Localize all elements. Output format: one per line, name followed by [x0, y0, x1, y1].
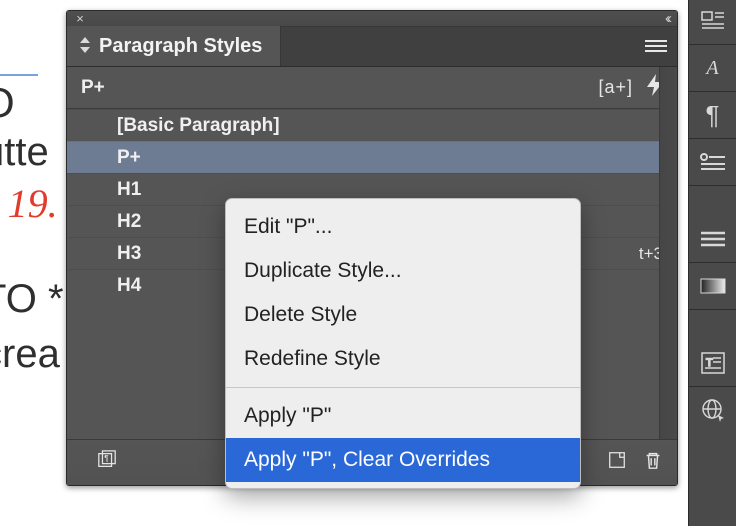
gradient-icon[interactable] — [689, 265, 736, 307]
style-name: [Basic Paragraph] — [117, 115, 280, 137]
text-frame-icon[interactable]: T — [689, 342, 736, 384]
panel-titlebar[interactable]: × ‹‹ — [67, 11, 677, 27]
doc-rule — [0, 74, 38, 76]
current-style-label: P+ — [81, 77, 105, 99]
style-name: H1 — [117, 179, 141, 201]
style-name: H3 — [117, 243, 141, 265]
flyout-menu-icon[interactable] — [635, 26, 677, 66]
justify-lines-icon[interactable] — [689, 218, 736, 260]
context-menu-item[interactable]: Redefine Style — [226, 337, 580, 381]
new-style-group-icon[interactable]: [a+] — [598, 77, 633, 98]
panel-tabbar: Paragraph Styles — [67, 27, 677, 67]
style-row[interactable]: [Basic Paragraph] — [67, 109, 677, 141]
context-menu-divider — [226, 387, 580, 388]
svg-text:T: T — [706, 357, 713, 369]
panel-status-bar: P+ [a+] — [67, 67, 677, 109]
tab-paragraph-styles[interactable]: Paragraph Styles — [67, 26, 281, 66]
context-menu-item[interactable]: Delete Style — [226, 293, 580, 337]
collapse-icon[interactable]: ‹‹ — [665, 10, 669, 27]
character-panel-icon[interactable]: A — [689, 47, 736, 89]
doc-text-fragment: utte — [0, 128, 49, 176]
style-row[interactable]: P+ — [67, 141, 677, 173]
doc-text-fragment: crea — [0, 330, 60, 378]
panel-title: Paragraph Styles — [99, 35, 262, 58]
globe-icon[interactable] — [689, 389, 736, 431]
delete-style-icon[interactable] — [643, 450, 663, 476]
close-icon[interactable]: × — [73, 12, 87, 26]
story-panel-icon[interactable] — [689, 141, 736, 183]
chevron-updown-icon — [79, 37, 91, 56]
style-name: P+ — [117, 147, 141, 169]
context-menu-item[interactable]: Apply "P" — [226, 394, 580, 438]
style-name: H4 — [117, 275, 141, 297]
scrollbar[interactable] — [659, 67, 677, 439]
right-dock: A ¶ T — [688, 0, 736, 526]
context-menu-item[interactable]: Edit "P"... — [226, 205, 580, 249]
context-menu-item[interactable]: Duplicate Style... — [226, 249, 580, 293]
glyphs-panel-icon[interactable]: ¶ — [689, 94, 736, 136]
style-name: H2 — [117, 211, 141, 233]
svg-text:¶: ¶ — [104, 453, 109, 462]
new-style-icon[interactable] — [607, 450, 627, 476]
clear-overrides-icon[interactable]: ¶ — [97, 450, 117, 476]
document-canvas: O utte s 19. TO * crea — [0, 0, 70, 526]
doc-text-fragment: O — [0, 78, 15, 128]
doc-text-fragment: TO * — [0, 275, 64, 323]
context-menu[interactable]: Edit "P"...Duplicate Style...Delete Styl… — [225, 198, 581, 489]
context-menu-item[interactable]: Apply "P", Clear Overrides — [226, 438, 580, 482]
paragraph-panel-icon[interactable] — [689, 0, 736, 42]
doc-text-fragment: s 19. — [0, 180, 58, 228]
